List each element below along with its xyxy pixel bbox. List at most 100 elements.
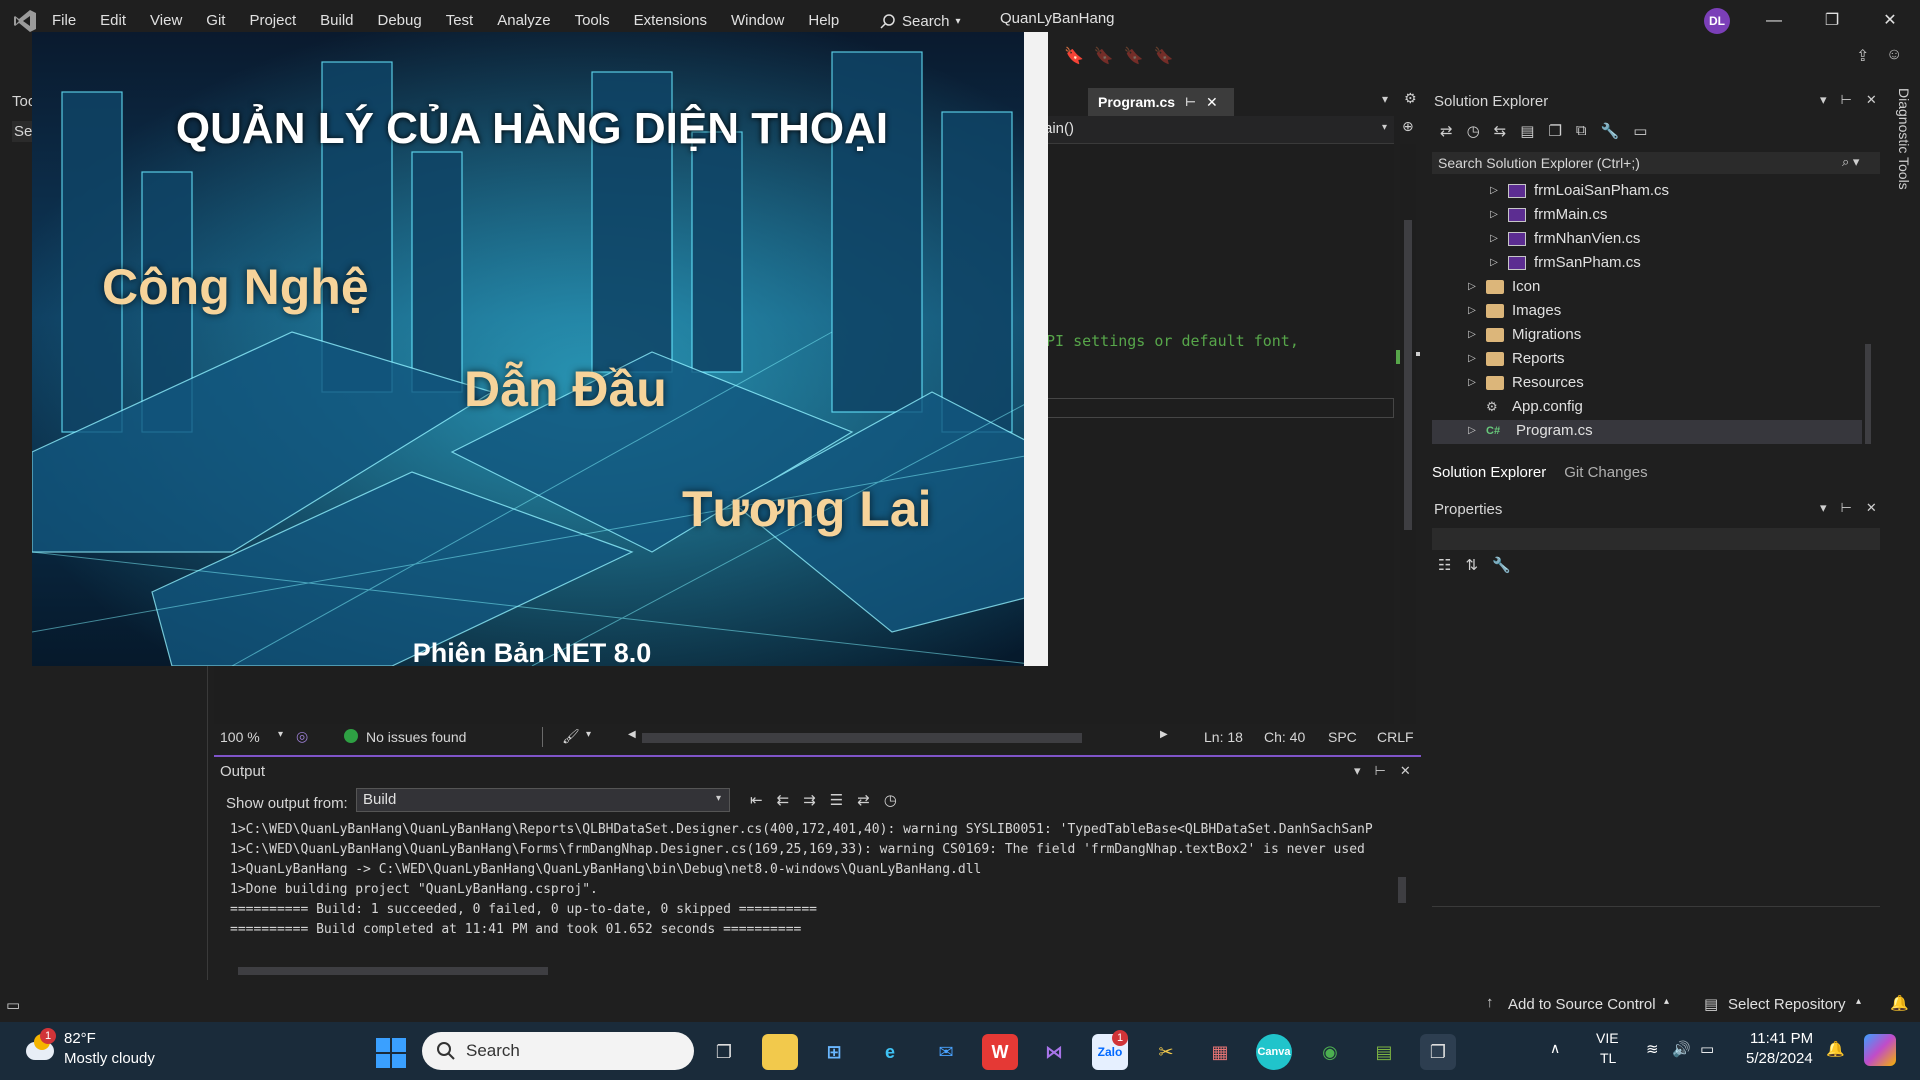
taskbar-search[interactable]: Search [422,1032,694,1070]
pin-icon[interactable]: ⊢ [1841,500,1852,516]
tree-item[interactable]: ▷ Resources [1432,371,1860,395]
tree-item[interactable]: ▷ Icon [1432,275,1860,299]
close-tab-icon[interactable]: ✕ [1206,94,1218,111]
expand-arrow-icon[interactable]: ▷ [1488,203,1500,227]
copilot-icon[interactable] [1864,1034,1896,1066]
running-app-icon[interactable]: ❐ [1420,1034,1456,1070]
expand-arrow-icon[interactable]: ▷ [1466,299,1478,323]
pin-icon[interactable]: ⊢ [1185,95,1196,109]
snipping-tool-icon[interactable]: ✂ [1148,1034,1184,1070]
cleanup-chevron-icon[interactable]: ▾ [586,729,591,740]
member-dropdown-chevron-icon[interactable]: ▾ [1382,122,1387,133]
property-pages-icon[interactable]: 🔧 [1492,556,1511,574]
tree-item[interactable]: ▷ Migrations [1432,323,1860,347]
sync-icon[interactable]: ⇆ [1494,122,1507,140]
solution-explorer-search[interactable]: Search Solution Explorer (Ctrl+;) [1432,152,1880,174]
expand-arrow-icon[interactable]: ▷ [1488,179,1500,203]
chevron-down-icon[interactable]: ▾ [716,793,721,804]
microsoft-store-icon[interactable]: ⊞ [816,1034,852,1070]
show-hidden-icons-chevron-icon[interactable]: ∧ [1550,1040,1560,1057]
bookmark-next-icon[interactable]: 🔖 [1124,46,1144,66]
preview-icon[interactable]: ▭ [1633,122,1647,140]
canva-icon[interactable]: Canva [1256,1034,1292,1070]
tree-item[interactable]: ▷ Reports [1432,347,1860,371]
properties-object-selector[interactable] [1432,528,1880,550]
tree-item[interactable]: ▷ C# Program.cs [1432,419,1860,443]
categorized-icon[interactable]: ☷ [1438,556,1451,574]
chevron-up-icon[interactable]: ▴ [1856,996,1861,1007]
filter-icon[interactable]: ⧉ [1576,122,1587,140]
mail-icon[interactable]: ✉ [928,1034,964,1070]
panel-options-icon[interactable]: ▾ [1820,92,1827,108]
column-number[interactable]: Ch: 40 [1264,729,1305,745]
weather-desc[interactable]: Mostly cloudy [64,1050,155,1067]
tree-item[interactable]: ▷ frmSanPham.cs [1432,251,1860,275]
winrar-icon[interactable]: ▦ [1202,1034,1238,1070]
indent-mode[interactable]: SPC [1328,729,1357,745]
close-icon[interactable]: ✕ [1866,500,1877,516]
collapse-all-icon[interactable]: ▤ [1520,122,1534,140]
close-icon[interactable]: ✕ [1400,763,1411,779]
find-message-icon[interactable]: ⇤ [750,791,763,809]
volume-icon[interactable]: 🔊 [1672,1040,1691,1058]
expand-arrow-icon[interactable]: ▷ [1466,275,1478,299]
properties-wrench-icon[interactable]: 🔧 [1601,122,1620,140]
expand-arrow-icon[interactable]: ▷ [1466,323,1478,347]
clear-all-icon[interactable]: ☰ [830,791,843,809]
tree-item[interactable]: ⚙ App.config [1432,395,1860,419]
bookmark-clear-icon[interactable]: 🔖 [1154,46,1174,66]
tab-solution-explorer[interactable]: Solution Explorer [1432,464,1546,488]
brush-icon[interactable]: 🖌 [562,728,580,745]
timestamp-icon[interactable]: ◷ [884,791,897,809]
next-message-icon[interactable]: ⇉ [803,791,816,809]
clock-date[interactable]: 5/28/2024 [1746,1050,1813,1067]
bookmark-prev-icon[interactable]: 🔖 [1094,46,1114,66]
add-to-source-control[interactable]: Add to Source Control [1508,996,1656,1013]
avatar[interactable]: DL [1704,8,1730,34]
expand-arrow-icon[interactable]: ▷ [1466,371,1478,395]
zoom-level[interactable]: 100 % [220,729,260,745]
output-log[interactable]: 1>C:\WED\QuanLyBanHang\QuanLyBanHang\Rep… [230,820,1390,940]
panel-options-icon[interactable]: ▾ [1354,763,1361,779]
visual-studio-icon[interactable]: ⋈ [1036,1034,1072,1070]
tab-overflow-icon[interactable]: ▾ [1382,92,1388,106]
alphabetical-icon[interactable]: ⇅ [1465,556,1478,574]
bookmark-icon[interactable]: 🔖 [1064,46,1084,66]
input-method-indicator[interactable]: TL [1600,1050,1616,1066]
wps-office-icon[interactable]: W [982,1034,1018,1070]
expand-arrow-icon[interactable]: ▷ [1466,347,1478,371]
language-indicator[interactable]: VIE [1596,1030,1619,1046]
copilot-icon[interactable]: ◎ [296,728,308,745]
expand-arrow-icon[interactable]: ▷ [1488,251,1500,275]
tree-item[interactable]: ▷ frmMain.cs [1432,203,1860,227]
tab-git-changes[interactable]: Git Changes [1564,464,1647,488]
pin-icon[interactable]: ⊢ [1841,92,1852,108]
switch-views-icon[interactable]: ⇄ [1440,122,1453,140]
close-icon[interactable]: ✕ [1866,92,1877,108]
edge-browser-icon[interactable]: e [872,1034,908,1070]
panel-options-icon[interactable]: ▾ [1820,500,1827,516]
member-dropdown[interactable]: ain() [1044,120,1074,137]
diagnostic-tools-tab[interactable]: Diagnostic Tools [1892,88,1912,208]
feedback-icon[interactable]: ☺ [1886,46,1902,64]
horizontal-scroll-thumb[interactable] [642,733,1082,743]
wifi-icon[interactable]: ≋ [1646,1040,1659,1058]
prev-message-icon[interactable]: ⇇ [777,791,790,809]
tab-program-cs[interactable]: Program.cs ⊢ ✕ [1088,88,1234,116]
tree-item[interactable]: ▷ Images [1432,299,1860,323]
clock-time[interactable]: 11:41 PM [1750,1030,1813,1047]
chevron-up-icon[interactable]: ▴ [1664,996,1669,1007]
visual-studio-logo-icon[interactable] [12,8,38,34]
line-number[interactable]: Ln: 18 [1204,729,1243,745]
close-window-button[interactable]: ✕ [1868,6,1912,36]
file-explorer-icon[interactable] [762,1034,798,1070]
task-view-icon[interactable]: ❐ [706,1034,742,1070]
notifications-icon[interactable]: ▭ [6,996,20,1014]
search-icon[interactable]: ⌕ ▾ [1842,154,1859,170]
editor-scroll-thumb[interactable] [1404,220,1412,530]
history-icon[interactable]: ◷ [1467,122,1480,140]
chrome-icon[interactable]: ◉ [1312,1034,1348,1070]
word-wrap-icon[interactable]: ⇄ [857,791,870,809]
split-editor-icon[interactable]: ⊕ [1402,118,1414,135]
restore-button[interactable]: ❐ [1810,6,1854,36]
